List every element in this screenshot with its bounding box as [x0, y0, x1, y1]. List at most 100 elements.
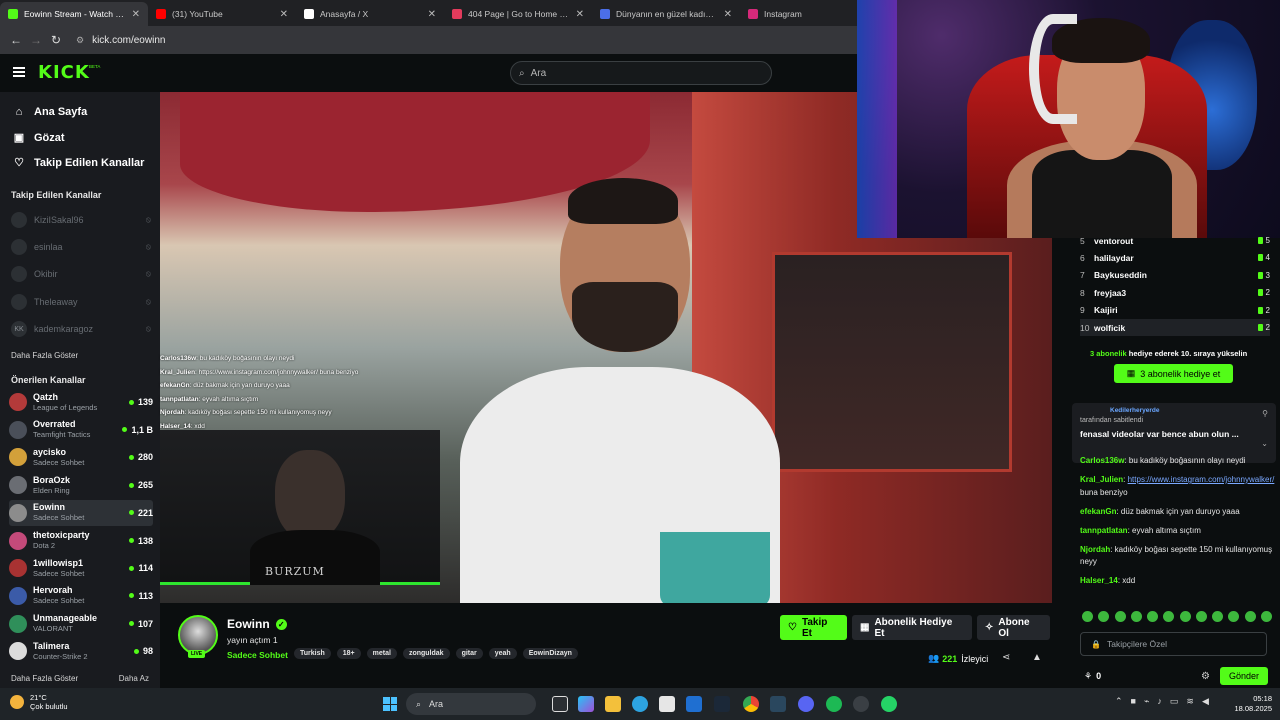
steam-alt-icon[interactable] [770, 696, 786, 712]
wifi-icon[interactable]: ≋ [1186, 696, 1194, 707]
close-icon[interactable]: ✕ [724, 9, 732, 20]
chevron-up-icon[interactable]: ⌃ [1115, 696, 1123, 707]
chat-username[interactable]: tannpatlatan [1080, 526, 1128, 535]
tray-app-icon[interactable]: ■ [1131, 696, 1136, 707]
recommended-channel[interactable]: Qatzh League of Legends 139 [9, 389, 153, 415]
chat-username[interactable]: Carlos136w [1080, 456, 1124, 465]
close-icon[interactable]: ✕ [576, 9, 584, 20]
clock[interactable]: 05:18 18.08.2025 [1228, 694, 1272, 714]
pinned-message[interactable]: Kedilerheryerde tarafından sabitlendi fe… [1072, 403, 1276, 463]
followed-channel[interactable]: Okibir ⦸ [11, 264, 151, 284]
leaderboard-user[interactable]: ventorout [1094, 236, 1258, 246]
chat-username[interactable]: Halser_14 [1080, 576, 1118, 585]
recommended-channel[interactable]: BoraOzk Elden Ring 265 [9, 472, 153, 498]
show-more-recommended[interactable]: Daha Fazla Göster [11, 674, 78, 683]
channel-avatar[interactable] [178, 615, 218, 655]
leaderboard-user[interactable]: haliIaydar [1094, 253, 1258, 263]
stream-tag[interactable]: yeah [488, 648, 517, 659]
stream-tag[interactable]: 18+ [336, 648, 361, 659]
store-icon[interactable] [659, 696, 675, 712]
emote-icon[interactable] [1114, 611, 1126, 622]
emote-icon[interactable] [1130, 611, 1142, 622]
display-icon[interactable]: ▭ [1170, 696, 1179, 707]
emote-icon[interactable] [1244, 611, 1256, 622]
show-more-followed[interactable]: Daha Fazla Göster [11, 351, 78, 360]
windows-start-icon[interactable] [383, 697, 397, 711]
close-icon[interactable]: ✕ [280, 9, 288, 20]
obs-icon[interactable] [853, 696, 869, 712]
taskbar-search[interactable]: ⌕ Ara [406, 693, 536, 715]
stream-tag[interactable]: gitar [455, 648, 483, 659]
chat-link[interactable]: https://www.instagram.com/johnnywalker/ [1128, 475, 1275, 484]
emote-icon[interactable] [1228, 611, 1240, 622]
stream-category[interactable]: Sadece Sohbet [227, 650, 288, 660]
menu-icon[interactable] [13, 67, 25, 77]
mic-icon[interactable]: ♪ [1157, 696, 1162, 707]
recommended-channel[interactable]: Unmanageable VALORANT 107 [9, 611, 153, 637]
chat-username[interactable]: efekanGn [1080, 507, 1116, 516]
followed-channel[interactable]: KK kademkaragoz ⦸ [11, 319, 151, 339]
recommended-channel[interactable]: Eowinn Sadece Sohbet 221 [9, 499, 153, 526]
gift-subs-button[interactable]: ▦ 3 abonelik hediye et [1114, 364, 1233, 383]
browser-tab[interactable]: (31) YouTube ✕ [148, 2, 296, 26]
kick-logo[interactable]: KICK [38, 62, 90, 83]
task-view-icon[interactable] [552, 696, 568, 712]
url-field[interactable]: ⚙ kick.com/eowinn [76, 35, 165, 46]
site-info-icon[interactable]: ⚙ [76, 35, 84, 46]
edge-icon[interactable] [632, 696, 648, 712]
recommended-channel[interactable]: Talimera Counter-Strike 2 98 [9, 638, 153, 664]
chrome-icon[interactable] [743, 696, 759, 712]
sidebar-item-browse[interactable]: ▣ Gözat [12, 131, 65, 145]
chevron-down-icon[interactable]: ⌄ [1261, 439, 1268, 448]
steam-icon[interactable] [714, 696, 730, 712]
chat-username[interactable]: Njordah [1080, 545, 1110, 554]
stream-tag[interactable]: zonguldak [402, 648, 450, 659]
discord-icon[interactable] [798, 696, 814, 712]
emote-icon[interactable] [1082, 611, 1093, 622]
follow-button[interactable]: ♡ Takip Et [780, 615, 847, 640]
report-icon[interactable]: ▲ [1032, 652, 1042, 663]
channel-name[interactable]: Eowinn ✓ [227, 617, 287, 631]
volume-icon[interactable]: ◀ [1202, 696, 1209, 707]
leaderboard-user[interactable]: Baykuseddin [1094, 270, 1258, 280]
recommended-channel[interactable]: thetoxicparty Dota 2 138 [9, 528, 153, 554]
close-icon[interactable]: ✕ [428, 9, 436, 20]
close-icon[interactable]: ✕ [132, 9, 140, 20]
emote-icon[interactable] [1212, 611, 1224, 622]
emote-icon[interactable] [1260, 611, 1272, 622]
stream-tag[interactable]: Turkish [294, 648, 331, 659]
emote-icon[interactable] [1179, 611, 1191, 622]
gift-subscription-button[interactable]: ▦ Abonelik Hediye Et [852, 615, 972, 640]
reload-icon[interactable]: ↻ [46, 33, 66, 47]
browser-tab[interactable]: 404 Page | Go to Home Page fo ✕ [444, 2, 592, 26]
emote-icon[interactable] [1195, 611, 1207, 622]
emote-icon[interactable] [1163, 611, 1175, 622]
followed-channel[interactable]: esinlaa ⦸ [11, 237, 151, 257]
chat-input[interactable]: 🔒 Takipçilere Özel [1080, 632, 1267, 656]
back-icon[interactable]: ← [6, 33, 26, 47]
gear-icon[interactable]: ⚙ [1201, 671, 1210, 682]
leaderboard-user[interactable]: wolficik [1094, 323, 1258, 333]
recommended-channel[interactable]: Hervorah Sadece Sohbet 113 [9, 583, 153, 609]
sidebar-item-following[interactable]: ♡ Takip Edilen Kanallar [12, 156, 144, 170]
show-less-recommended[interactable]: Daha Az [119, 674, 149, 683]
send-button[interactable]: Gönder [1219, 667, 1268, 685]
stream-tag[interactable]: metal [366, 648, 397, 659]
weather-widget[interactable]: 21°C Çok bulutlu [10, 693, 68, 711]
points-icon[interactable]: ⚘ [1084, 671, 1092, 682]
followed-channel[interactable]: KiziISakal96 ⦸ [11, 210, 151, 230]
browser-tab[interactable]: Anasayfa / X ✕ [296, 2, 444, 26]
file-explorer-icon[interactable] [605, 696, 621, 712]
subscribe-button[interactable]: ✧ Abone Ol [977, 615, 1050, 640]
whatsapp-icon[interactable] [881, 696, 897, 712]
leaderboard-user[interactable]: Kaijiri [1094, 305, 1258, 315]
recommended-channel[interactable]: Overrated Teamfight Tactics 1,1 B [9, 417, 153, 443]
emote-icon[interactable] [1098, 611, 1110, 622]
share-icon[interactable]: ⋖ [1002, 652, 1010, 663]
copilot-icon[interactable] [578, 696, 594, 712]
forward-icon[interactable]: → [26, 33, 46, 47]
spotify-icon[interactable] [826, 696, 842, 712]
sidebar-item-home[interactable]: ⌂ Ana Sayfa [12, 106, 88, 118]
chat-username[interactable]: Kral_Julien [1080, 475, 1123, 484]
leaderboard-user[interactable]: freyjaa3 [1094, 288, 1258, 298]
